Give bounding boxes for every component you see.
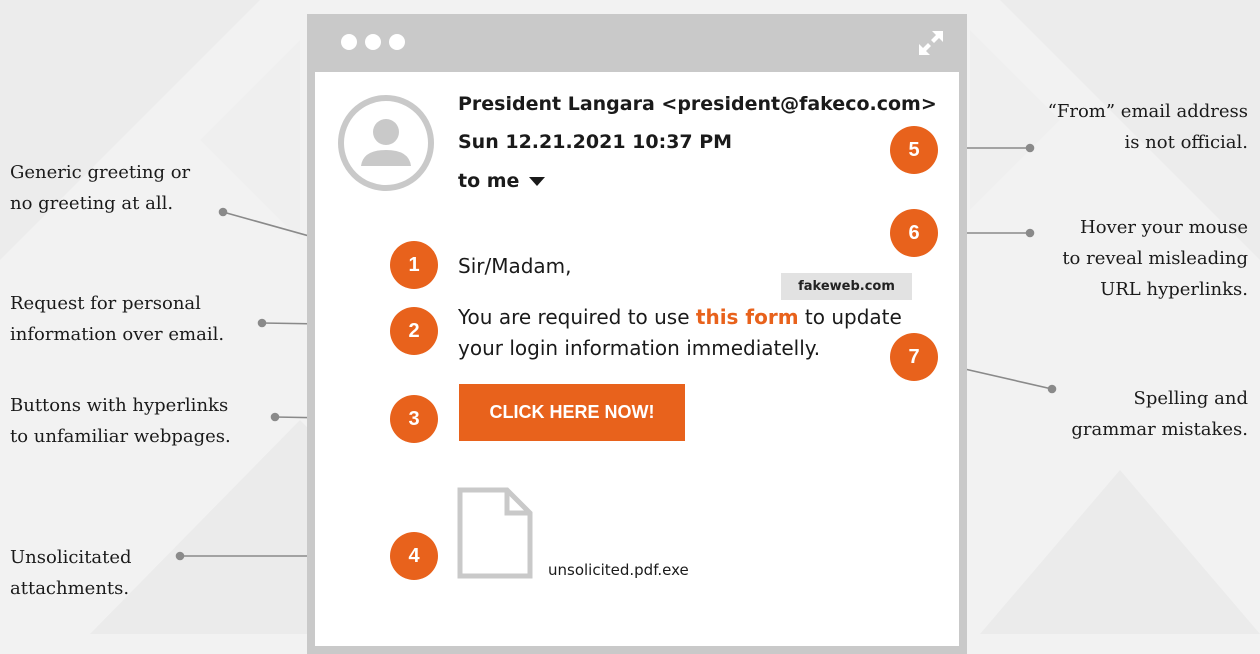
caret-down-icon [529, 177, 546, 186]
callout-badge-6: 6 [890, 209, 938, 257]
recipient-label: to me [458, 170, 520, 192]
email-body: You are required to use this form to upd… [458, 302, 918, 364]
expand-arrows-icon[interactable] [917, 29, 945, 57]
window-controls [341, 34, 405, 50]
hover-url-tooltip: fakeweb.com [781, 273, 912, 300]
form-link[interactable]: this form [696, 305, 799, 329]
window-dot[interactable] [365, 34, 381, 50]
callout-text-6: Hover your mouse to reveal misleading UR… [1062, 217, 1248, 300]
window-dot[interactable] [389, 34, 405, 50]
callout-text-3: Buttons with hyperlinks to unfamiliar we… [10, 395, 231, 447]
window-titlebar [307, 14, 967, 72]
recipient-dropdown[interactable]: to me [458, 170, 546, 192]
document-icon[interactable] [457, 487, 533, 579]
attachment-filename[interactable]: unsolicited.pdf.exe [548, 561, 689, 579]
callout-badge-3: 3 [390, 395, 438, 443]
user-avatar-icon [338, 95, 434, 191]
callout-text-7: Spelling and grammar mistakes. [1071, 388, 1248, 440]
email-datetime: Sun 12.21.2021 10:37 PM [458, 131, 733, 153]
callout-badge-7: 7 [890, 333, 938, 381]
callout-text-1: Generic greeting or no greeting at all. [10, 162, 191, 214]
callout-text-2: Request for personal information over em… [10, 293, 225, 345]
callout-badge-1: 1 [390, 241, 438, 289]
window-dot[interactable] [341, 34, 357, 50]
callout-badge-2: 2 [390, 307, 438, 355]
click-here-button[interactable]: CLICK HERE NOW! [459, 384, 685, 441]
email-greeting: Sir/Madam, [458, 254, 572, 278]
sender-address: President Langara <president@fakeco.com> [458, 93, 937, 115]
body-text-start: You are required to use [458, 305, 696, 329]
callout-badge-5: 5 [890, 126, 938, 174]
callout-text-5: “From” email address is not official. [1047, 101, 1248, 153]
callout-badge-4: 4 [390, 532, 438, 580]
callout-text-4: Unsolicitated attachments. [10, 547, 132, 599]
